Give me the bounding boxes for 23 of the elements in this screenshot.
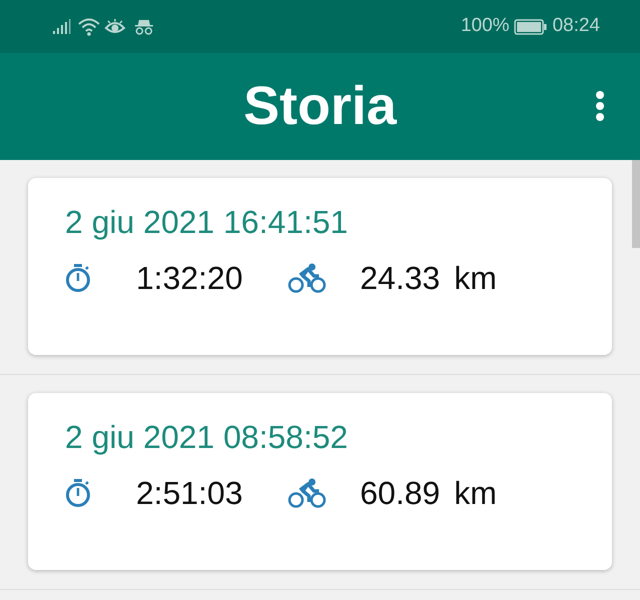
ride-distance: 24.33: [360, 259, 440, 298]
eye-icon: [104, 18, 126, 36]
incognito-icon: [134, 18, 154, 36]
signal-icon: [52, 18, 72, 34]
distance-unit: km: [454, 474, 497, 513]
stopwatch-icon: [65, 263, 91, 293]
ride-date: 2 giu 2021 16:41:51: [65, 203, 348, 242]
wifi-icon: [78, 18, 100, 36]
distance-unit: km: [454, 259, 497, 298]
scrollbar[interactable]: [632, 160, 640, 248]
stopwatch-icon: [65, 478, 91, 508]
battery-icon: [514, 18, 548, 34]
screen-title: Storia: [243, 75, 397, 138]
cyclist-icon: [288, 263, 326, 293]
ride-card[interactable]: 2 giu 2021 08:58:52 2:51:03 60.89 km: [28, 393, 612, 570]
ride-duration: 2:51:03: [136, 474, 244, 513]
ride-date: 2 giu 2021 08:58:52: [65, 418, 348, 457]
ride-distance: 60.89: [360, 474, 440, 513]
ride-duration: 1:32:20: [136, 259, 244, 298]
cyclist-icon: [288, 478, 326, 508]
ride-card[interactable]: 2 giu 2021 16:41:51 1:32:20 24.33 km: [28, 178, 612, 355]
clock-time: 08:24: [552, 14, 600, 38]
battery-percentage: 100%: [460, 14, 510, 38]
